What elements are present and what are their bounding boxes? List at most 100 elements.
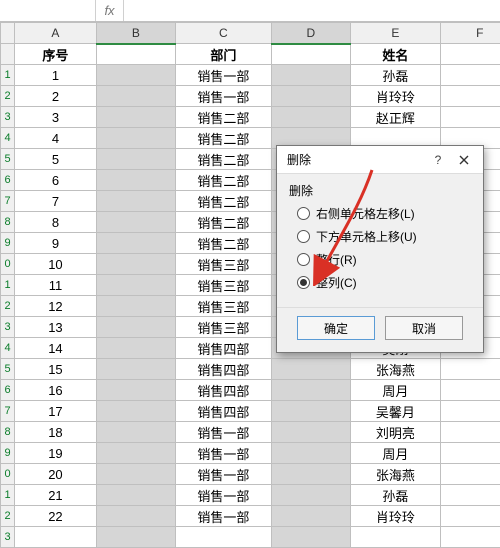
cell[interactable]: 销售三部	[176, 275, 272, 296]
cancel-button[interactable]: 取消	[385, 316, 463, 340]
cell[interactable]	[96, 401, 175, 422]
cell[interactable]	[271, 44, 350, 65]
cell[interactable]: 5	[15, 149, 96, 170]
cell[interactable]: 19	[15, 443, 96, 464]
fx-icon[interactable]: fx	[96, 0, 124, 21]
table-header-row[interactable]: 序号 部门 姓名	[1, 44, 500, 65]
cell[interactable]	[96, 128, 175, 149]
dialog-title-bar[interactable]: 删除 ?	[277, 146, 483, 174]
option-shift-up[interactable]: 下方单元格上移(U)	[297, 228, 471, 245]
table-row[interactable]: 1 21 销售一部 孙磊	[1, 485, 500, 506]
ok-button[interactable]: 确定	[297, 316, 375, 340]
cell[interactable]: 13	[15, 317, 96, 338]
cell[interactable]	[440, 443, 500, 464]
row-header[interactable]	[1, 44, 15, 65]
cell[interactable]	[96, 191, 175, 212]
row-header[interactable]: 3	[1, 107, 15, 128]
cell[interactable]	[96, 254, 175, 275]
cell[interactable]	[271, 86, 350, 107]
col-header-C[interactable]: C	[176, 23, 272, 44]
cell[interactable]: 吴馨月	[351, 401, 441, 422]
cell[interactable]	[96, 86, 175, 107]
cell[interactable]	[176, 527, 272, 548]
help-icon[interactable]: ?	[425, 150, 451, 170]
cell[interactable]: 1	[15, 65, 96, 86]
cell[interactable]: 销售三部	[176, 296, 272, 317]
row-header[interactable]: 4	[1, 338, 15, 359]
row-header[interactable]: 1	[1, 65, 15, 86]
cell[interactable]	[96, 107, 175, 128]
col-header-B[interactable]: B	[96, 23, 175, 44]
cell[interactable]	[96, 44, 175, 65]
cell[interactable]	[96, 464, 175, 485]
cell[interactable]	[440, 65, 500, 86]
cell[interactable]: 11	[15, 275, 96, 296]
cell[interactable]	[96, 380, 175, 401]
cell[interactable]: 姓名	[351, 44, 441, 65]
cell[interactable]	[271, 65, 350, 86]
option-entire-col[interactable]: 整列(C)	[297, 274, 471, 291]
cell[interactable]: 14	[15, 338, 96, 359]
cell[interactable]	[96, 317, 175, 338]
cell[interactable]	[440, 422, 500, 443]
cell[interactable]	[440, 359, 500, 380]
row-header[interactable]: 5	[1, 359, 15, 380]
cell[interactable]: 15	[15, 359, 96, 380]
cell[interactable]	[271, 506, 350, 527]
row-header[interactable]: 0	[1, 254, 15, 275]
col-header-A[interactable]: A	[15, 23, 96, 44]
cell[interactable]: 序号	[15, 44, 96, 65]
cell[interactable]: 21	[15, 485, 96, 506]
cell[interactable]	[440, 380, 500, 401]
row-header[interactable]: 7	[1, 401, 15, 422]
cell[interactable]	[271, 359, 350, 380]
cell[interactable]: 销售一部	[176, 464, 272, 485]
row-header[interactable]: 5	[1, 149, 15, 170]
select-all-corner[interactable]	[1, 23, 15, 44]
cell[interactable]: 7	[15, 191, 96, 212]
cell[interactable]	[96, 422, 175, 443]
cell[interactable]: 销售一部	[176, 506, 272, 527]
row-header[interactable]: 7	[1, 191, 15, 212]
cell[interactable]	[271, 485, 350, 506]
col-header-D[interactable]: D	[271, 23, 350, 44]
cell[interactable]	[271, 107, 350, 128]
cell[interactable]: 16	[15, 380, 96, 401]
cell[interactable]	[271, 464, 350, 485]
row-header[interactable]: 3	[1, 317, 15, 338]
row-header[interactable]: 4	[1, 128, 15, 149]
cell[interactable]	[271, 380, 350, 401]
cell[interactable]	[96, 485, 175, 506]
cell[interactable]	[15, 527, 96, 548]
cell[interactable]	[96, 233, 175, 254]
cell[interactable]: 2	[15, 86, 96, 107]
table-row[interactable]: 5 15 销售四部 张海燕	[1, 359, 500, 380]
col-header-F[interactable]: F	[440, 23, 500, 44]
cell[interactable]	[440, 485, 500, 506]
cell[interactable]: 肖玲玲	[351, 86, 441, 107]
cell[interactable]	[96, 506, 175, 527]
column-headers[interactable]: A B C D E F	[1, 23, 500, 44]
cell[interactable]: 销售四部	[176, 401, 272, 422]
cell[interactable]: 销售一部	[176, 65, 272, 86]
cell[interactable]: 销售三部	[176, 317, 272, 338]
close-icon[interactable]	[451, 150, 477, 170]
cell[interactable]: 销售一部	[176, 422, 272, 443]
cell[interactable]	[440, 44, 500, 65]
cell[interactable]: 肖玲玲	[351, 506, 441, 527]
cell[interactable]: 销售二部	[176, 233, 272, 254]
cell[interactable]: 17	[15, 401, 96, 422]
row-header[interactable]: 2	[1, 296, 15, 317]
table-row[interactable]: 0 20 销售一部 张海燕	[1, 464, 500, 485]
cell[interactable]: 周月	[351, 443, 441, 464]
table-row[interactable]: 7 17 销售四部 吴馨月	[1, 401, 500, 422]
cell[interactable]: 周月	[351, 380, 441, 401]
cell[interactable]: 3	[15, 107, 96, 128]
table-row[interactable]: 3	[1, 527, 500, 548]
table-row[interactable]: 2 22 销售一部 肖玲玲	[1, 506, 500, 527]
cell[interactable]	[440, 107, 500, 128]
cell[interactable]	[440, 401, 500, 422]
row-header[interactable]: 8	[1, 422, 15, 443]
cell[interactable]: 销售二部	[176, 191, 272, 212]
cell[interactable]	[440, 86, 500, 107]
